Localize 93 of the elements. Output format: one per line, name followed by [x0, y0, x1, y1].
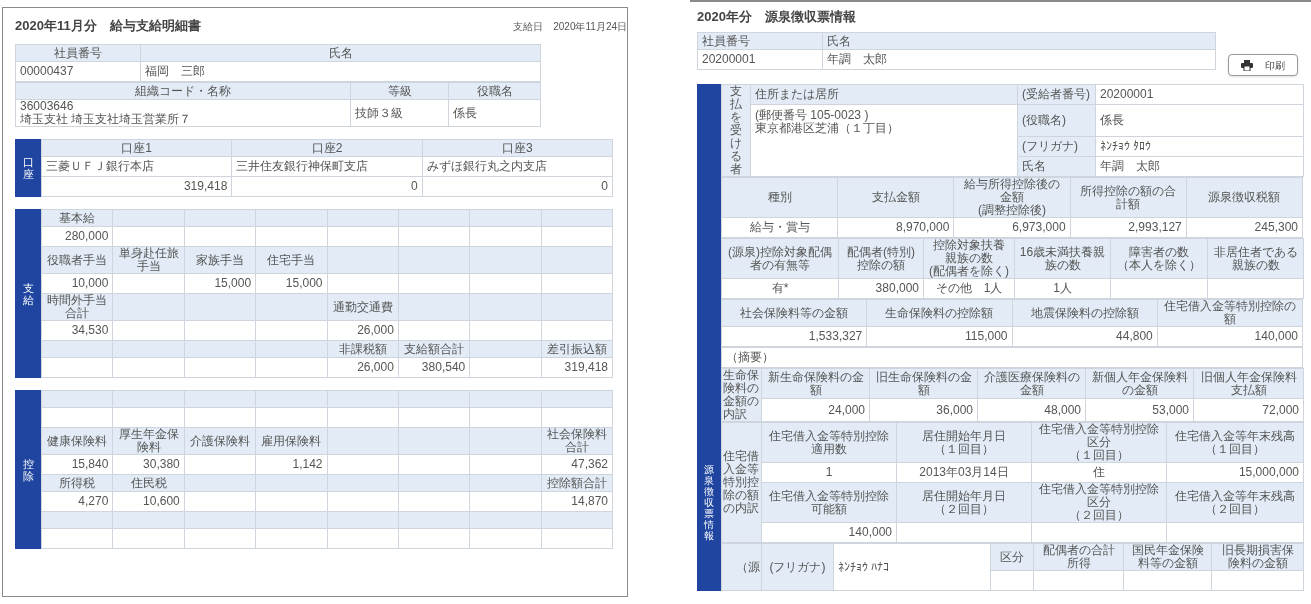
column-header: 新個人年金保険料の金額 — [1085, 368, 1194, 399]
table-cell: ﾈﾝﾁｮｳ ﾊﾅｺ — [833, 543, 991, 591]
field-label: 住所または居所 — [750, 84, 1018, 105]
field-label: (受給者番号) — [1017, 84, 1096, 105]
column-header: 健康保険料 — [41, 427, 113, 455]
field-label: 氏名 — [822, 32, 1216, 50]
column-header: 口座1 — [41, 139, 232, 157]
row-label: 住宅借入金等特別控除の額の内訳 — [721, 422, 762, 543]
column-header: (フリガナ) — [761, 543, 834, 591]
table-cell: 三菱ＵＦＪ銀行本店 — [41, 156, 232, 177]
column-header: 雇用保険料 — [255, 427, 327, 455]
table-cell: 20200001 — [697, 49, 823, 70]
column-header: 源泉徴収税額 — [1186, 177, 1303, 218]
column-header: 配偶者の合計所得 — [1033, 543, 1124, 571]
table-cell: 15,840 — [41, 454, 113, 475]
table-cell: 00000437 — [15, 61, 141, 82]
column-header: 種別 — [721, 177, 838, 218]
table-cell: 36003646 埼玉支社 埼玉支社埼玉営業所７ — [15, 99, 351, 127]
column-header: 旧個人年金保険料支払額 — [1193, 368, 1304, 399]
column-header: 旧生命保険料の金額 — [869, 368, 978, 399]
column-header: 控除対象扶養親族の数(配偶者を除く) — [923, 238, 1015, 279]
section-label: 源泉徴収票情報 — [704, 464, 714, 541]
field-label: 社員番号 — [697, 32, 823, 50]
table-cell: 給与・賞与 — [721, 217, 838, 238]
column-header: 住宅借入金等特別控除区分（２回目） — [1031, 482, 1167, 523]
column-header: 住宅借入金等年末残高（２回目） — [1166, 482, 1304, 523]
table-cell: 319,418 — [41, 176, 232, 197]
column-header: 配偶者(特別)控除の額 — [838, 238, 924, 279]
section-label: 支給 — [22, 281, 34, 306]
column-header: 住宅借入金等特別控除の額 — [1157, 299, 1303, 327]
column-header: 国民年金保険料等の金額 — [1123, 543, 1212, 571]
column-header: (源泉)控除対象配偶者の有無等 — [721, 238, 839, 279]
column-header: 所得控除の額の合計額 — [1070, 177, 1187, 218]
column-header: 厚生年金保険料 — [112, 427, 185, 455]
table-cell: 10,000 — [41, 273, 113, 294]
table-cell: 係長 — [448, 99, 541, 127]
column-header: 支払金額 — [837, 177, 954, 218]
column-header: 非居住者である親族の数 — [1207, 238, 1304, 279]
print-button[interactable]: 印刷 — [1228, 54, 1298, 76]
column-header: 居住開始年月日（１回目） — [896, 422, 1032, 463]
column-header: 地震保険料の控除額 — [1012, 299, 1158, 327]
printer-icon — [1241, 59, 1253, 71]
table-cell: 年調 太郎 — [822, 49, 1216, 70]
table-cell: 34,530 — [41, 320, 113, 341]
table-cell: 福岡 三郎 — [140, 61, 541, 82]
column-header: 給与所得控除後の金額(調整控除後) — [953, 177, 1071, 218]
column-header: 介護保険料 — [184, 427, 256, 455]
row-label: 生命保険料の金額の内訳 — [721, 368, 762, 422]
column-header: 住宅借入金等年末残高（１回目） — [1166, 422, 1304, 463]
column-header: 等級 — [350, 82, 449, 100]
column-header: 社員番号 — [15, 44, 141, 62]
column-header: 社会保険料等の金額 — [721, 299, 867, 327]
table-cell: （摘要） — [721, 347, 1303, 368]
column-header: 住宅借入金等特別控除可能額 — [761, 482, 897, 523]
page-title: 2020年11月分 給与支給明細書 — [15, 17, 201, 36]
column-header: 氏名 — [140, 44, 541, 62]
column-header: 区分 — [990, 543, 1034, 571]
table-cell: 1,533,327 — [721, 326, 867, 347]
row-label: （源 — [721, 543, 762, 591]
table-cell: 4,270 — [41, 491, 113, 512]
table-cell: 有* — [721, 278, 839, 299]
column-header: 通勤交通費 — [327, 293, 399, 321]
pay-date: 支給日 2020年11月24日 — [513, 19, 627, 34]
table-cell: 技師３級 — [350, 99, 449, 127]
section-label: 控除 — [22, 457, 34, 482]
column-header: 生命保険料の控除額 — [866, 299, 1012, 327]
column-header: 時間外手当合計 — [41, 293, 113, 321]
column-header: 単身赴任旅手当 — [112, 246, 185, 274]
column-header: 居住開始年月日（２回目） — [896, 482, 1032, 523]
column-header: 住宅手当 — [255, 246, 327, 274]
column-header: 口座2 — [231, 139, 423, 157]
column-header: 口座3 — [422, 139, 613, 157]
table-cell: 280,000 — [41, 226, 113, 247]
column-header: 役職名 — [448, 82, 541, 100]
column-header: 住宅借入金等特別控除区分（１回目） — [1031, 422, 1167, 463]
column-header: 旧長期損害保険料の金額 — [1211, 543, 1304, 571]
column-header: 障害者の数（本人を除く） — [1110, 238, 1208, 279]
row-label: 支払を受ける者 — [721, 84, 751, 177]
column-header: 家族手当 — [184, 246, 256, 274]
page-title: 2020年分 源泉徴収票情報 — [697, 8, 857, 27]
column-header: 住宅借入金等特別控除適用数 — [761, 422, 897, 463]
field-label: (役職名) — [1017, 104, 1096, 137]
column-header: 組織コード・名称 — [15, 82, 351, 100]
column-header: 16歳未満扶養親族の数 — [1014, 238, 1111, 279]
section-label: 口座 — [22, 156, 34, 180]
column-header: 新生命保険料の金額 — [761, 368, 870, 399]
column-header: 介護医療保険料の金額 — [977, 368, 1086, 399]
column-header: 基本給 — [41, 209, 113, 227]
table-cell: 係長 — [1095, 104, 1304, 137]
column-header: 役職者手当 — [41, 246, 113, 274]
column-header: 社会保険料合計 — [541, 427, 613, 455]
table-cell: (郵便番号 105-0023 ) 東京都港区芝浦（１丁目） — [750, 104, 1018, 177]
table-cell: 20200001 — [1095, 84, 1304, 105]
